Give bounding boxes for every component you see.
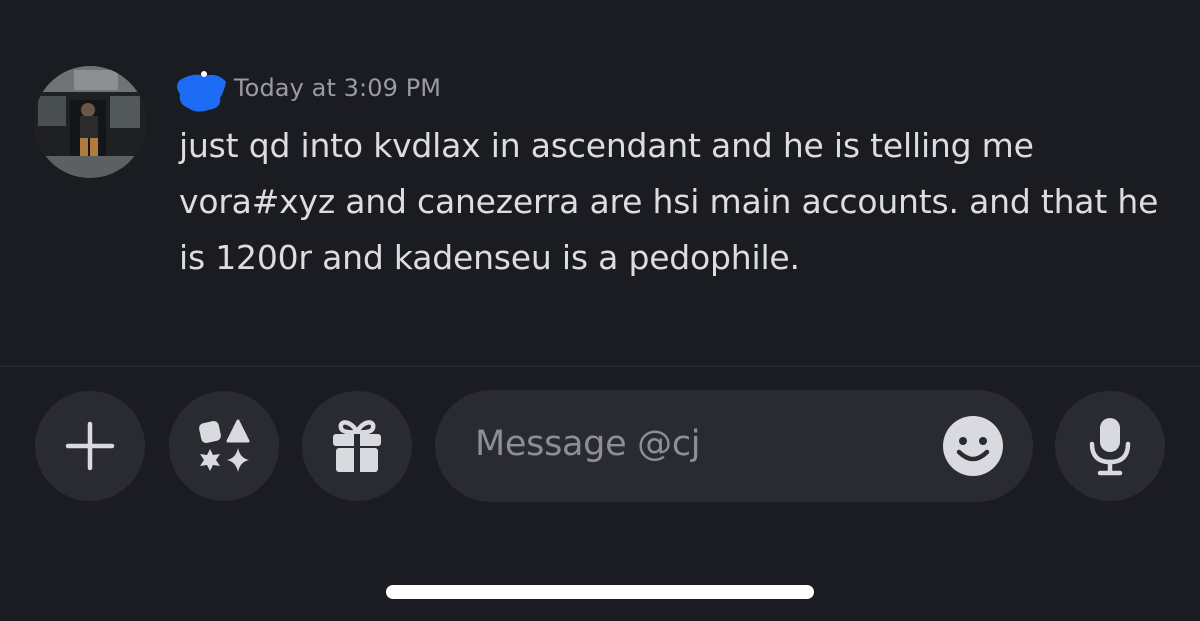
microphone-icon bbox=[1089, 418, 1131, 476]
message-input[interactable]: Message @cj bbox=[435, 390, 1033, 502]
apps-button[interactable] bbox=[169, 391, 279, 501]
home-indicator[interactable] bbox=[386, 585, 814, 599]
message-text: just qd into kvdlax in ascendant and he … bbox=[179, 126, 1159, 277]
chat-message: Today at 3:09 PM just qd into kvdlax in … bbox=[34, 66, 1184, 296]
composer-divider bbox=[0, 365, 1200, 367]
apps-icon bbox=[199, 419, 250, 472]
gift-button[interactable] bbox=[302, 391, 412, 501]
avatar[interactable] bbox=[34, 66, 146, 178]
message-input-placeholder: Message @cj bbox=[475, 424, 701, 464]
plus-icon bbox=[65, 421, 115, 471]
voice-message-button[interactable] bbox=[1055, 391, 1165, 501]
message-timestamp: Today at 3:09 PM bbox=[234, 74, 442, 102]
username-redaction bbox=[177, 71, 226, 112]
emoji-icon[interactable] bbox=[943, 416, 1003, 476]
add-attachment-button[interactable] bbox=[35, 391, 145, 501]
gift-icon bbox=[333, 420, 381, 472]
dm-screen: Today at 3:09 PM just qd into kvdlax in … bbox=[0, 0, 1200, 621]
